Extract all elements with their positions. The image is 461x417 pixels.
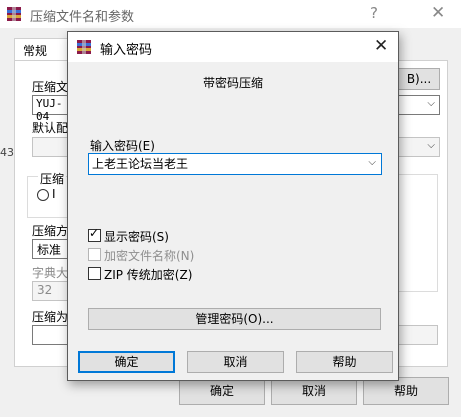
encrypt-filenames-label: 加密文件名称(N) xyxy=(104,249,195,263)
left-edge-fragment: 43 xyxy=(0,146,14,159)
chevron-down-icon: ⌵ xyxy=(427,98,435,109)
background-title-bar: 压缩文件名和参数 ? ✕ xyxy=(0,0,461,28)
chevron-down-icon[interactable]: ⌵ xyxy=(368,157,376,168)
options-group xyxy=(398,174,438,292)
chevron-down-icon: ⌵ xyxy=(427,140,435,151)
password-label: 输入密码(E) xyxy=(90,139,155,153)
password-combobox[interactable]: ⌵ xyxy=(88,153,382,175)
tab-general[interactable]: 常规 xyxy=(14,38,68,61)
profile-select-right[interactable]: ⌵ xyxy=(398,137,440,157)
show-password-label: 显示密码(S) xyxy=(104,230,169,244)
zip-legacy-checkbox-row[interactable]: ZIP 传统加密(Z) xyxy=(88,266,288,282)
background-help-button[interactable]: 帮助 xyxy=(363,377,449,405)
encrypt-filenames-checkbox-row[interactable]: 加密文件名称(N) xyxy=(88,247,288,263)
winrar-icon xyxy=(77,40,91,54)
help-button[interactable]: 帮助 xyxy=(296,351,393,373)
close-icon[interactable]: ✕ xyxy=(374,36,388,56)
winrar-icon xyxy=(7,7,21,21)
update-mode-select[interactable]: ⌵ xyxy=(398,95,440,115)
background-cancel-button[interactable]: 取消 xyxy=(271,377,357,405)
archive-name-label: 压缩文 xyxy=(32,80,69,94)
zip-legacy-checkbox[interactable] xyxy=(88,267,101,280)
help-icon[interactable]: ? xyxy=(370,4,378,22)
background-close-icon[interactable]: ✕ xyxy=(431,3,445,23)
ok-button[interactable]: 确定 xyxy=(78,351,175,373)
password-dialog: 输入密码 ✕ 带密码压缩 输入密码(E) ⌵ ✓ 显示密码(S) 加密文件名称(… xyxy=(67,31,399,381)
background-window-title: 压缩文件名和参数 xyxy=(30,10,135,25)
method-label: 压缩方 xyxy=(32,224,69,238)
zip-legacy-label: ZIP 传统加密(Z) xyxy=(104,268,193,282)
format-group-label: 压缩 xyxy=(38,170,67,187)
format-radio[interactable] xyxy=(37,189,49,201)
dialog-title-bar: 输入密码 ✕ xyxy=(68,32,398,62)
format-radio-label: I xyxy=(52,187,56,201)
checkmark-icon: ✓ xyxy=(89,226,100,240)
encrypt-filenames-checkbox[interactable] xyxy=(88,248,101,261)
manage-passwords-button[interactable]: 管理密码(O)... xyxy=(88,308,381,330)
password-input[interactable] xyxy=(92,155,357,171)
dialog-heading: 带密码压缩 xyxy=(202,76,263,90)
split-volumes-label: 压缩为 xyxy=(32,310,69,324)
cancel-button[interactable]: 取消 xyxy=(187,351,284,373)
dictionary-label: 字典大 xyxy=(32,266,69,280)
dialog-title: 输入密码 xyxy=(100,43,153,58)
browse-button[interactable]: B)... xyxy=(398,68,440,90)
show-password-checkbox-row[interactable]: ✓ 显示密码(S) xyxy=(88,226,288,244)
settings-button[interactable] xyxy=(398,325,438,345)
show-password-checkbox[interactable]: ✓ xyxy=(88,226,101,242)
default-profile-label: 默认配 xyxy=(32,121,69,135)
background-ok-button[interactable]: 确定 xyxy=(179,377,265,405)
